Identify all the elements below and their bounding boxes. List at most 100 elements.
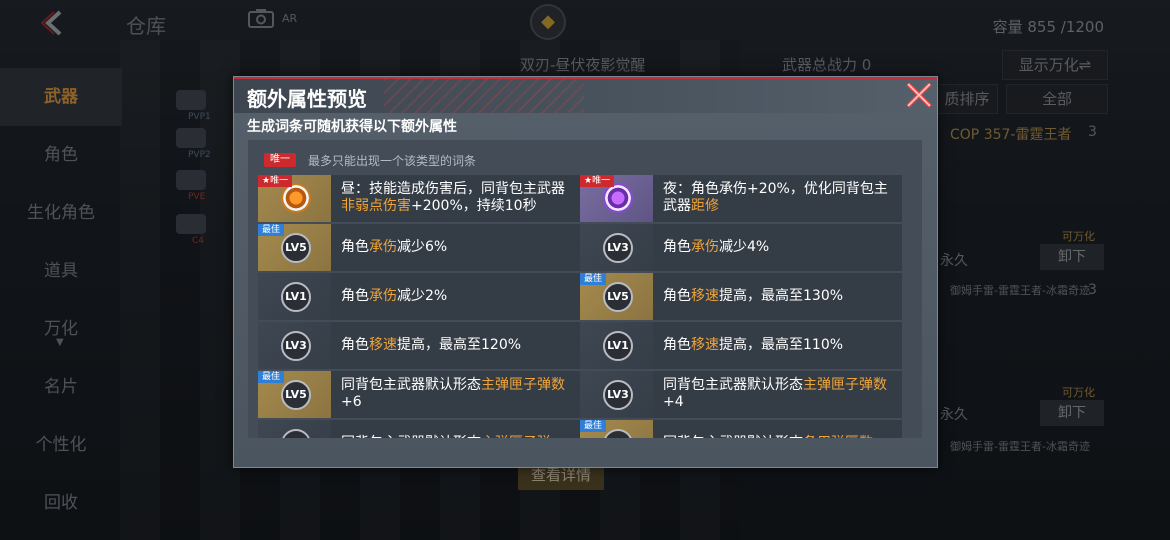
level-badge: LV5 <box>603 282 633 312</box>
best-tag: 最佳 <box>258 224 285 236</box>
attribute-grid: ★唯一 昼：技能造成伤害后，同背包主武器非弱点伤害+200%，持续10秒 ★唯一 夜：… <box>258 175 902 438</box>
description-text: 减少6% <box>397 239 448 255</box>
attribute-thumb: LV3 <box>258 322 331 369</box>
highlight-text: 移速 <box>691 337 719 353</box>
description-text: +6 <box>341 394 362 410</box>
attribute-thumb: LV1 <box>580 322 653 369</box>
highlight-text: 承伤 <box>691 239 719 255</box>
description-text: +4 <box>663 394 684 410</box>
attribute-description: 同背包主武器默认形态主弹匣子弹 <box>331 420 561 438</box>
legend: 唯一 最多只能出现一个该类型的词条 <box>264 152 476 168</box>
description-text: 同背包主武器默认形态 <box>341 377 481 393</box>
attribute-row: LV5 最佳 同背包主武器默认形态主弹匣子弹数+6 LV3 同背包主武器默认形态主弹匣子… <box>258 371 902 420</box>
attribute-thumb: LV3 <box>580 371 653 418</box>
description-text: 昼：技能造成伤害后，同背包主武器 <box>341 181 565 197</box>
attribute-cell: ★唯一 昼：技能造成伤害后，同背包主武器非弱点伤害+200%，持续10秒 <box>258 175 580 224</box>
description-text: 提高，最高至120% <box>397 337 522 353</box>
best-tag: 最佳 <box>580 420 607 432</box>
attribute-description: 角色承伤减少4% <box>653 224 779 271</box>
highlight-text: 移速 <box>691 288 719 304</box>
unique-tag: ★唯一 <box>258 175 293 187</box>
close-button[interactable] <box>901 77 937 113</box>
attribute-cell: LV3 同背包主武器默认形态主弹匣子弹 <box>258 420 580 438</box>
unique-tag: ★唯一 <box>580 175 615 187</box>
attribute-cell: LV5 最佳 角色移速提高，最高至130% <box>580 273 902 322</box>
attribute-description: 角色承伤减少2% <box>331 273 457 320</box>
attribute-description: 同背包主武器默认形态主弹匣子弹数 +6 <box>331 371 580 418</box>
unique-badge: 唯一 <box>264 153 296 167</box>
description-text: 角色 <box>663 239 691 255</box>
level-badge: LV5 <box>281 380 311 410</box>
attribute-thumb: LV3 <box>580 224 653 271</box>
highlight-text: 承伤 <box>369 288 397 304</box>
attribute-thumb: LV1 <box>258 273 331 320</box>
level-badge: LV5 <box>603 429 633 438</box>
highlight-text: 非弱点伤害 <box>341 198 411 214</box>
header-accent <box>234 77 937 79</box>
description-text: 角色 <box>341 288 369 304</box>
modal-subtitle: 生成词条可随机获得以下额外属性 <box>247 119 457 135</box>
attribute-description: 夜：角色承伤+20%，优化同背包主武器距修 <box>653 175 902 222</box>
attribute-cell: LV3 同背包主武器默认形态主弹匣子弹数 +4 <box>580 371 902 420</box>
attribute-row: LV3同背包主武器默认形态主弹匣子弹LV5最佳同背包主武器默认形态备用弹匣数 <box>258 420 902 438</box>
description-text: 同背包主武器默认形态 <box>663 435 803 438</box>
attribute-thumb: LV5最佳 <box>258 371 331 418</box>
attribute-thumb: LV5最佳 <box>258 224 331 271</box>
highlight-text: 主弹匣子弹 <box>481 435 551 438</box>
attribute-thumb: LV5最佳 <box>580 420 653 438</box>
attribute-cell: ★唯一 夜：角色承伤+20%，优化同背包主武器距修 <box>580 175 902 224</box>
highlight-text: 备用弹匣数 <box>803 435 873 438</box>
attribute-row: LV1 角色承伤减少2% LV5 最佳 角色移速提高，最高至130% <box>258 273 902 322</box>
header-pattern <box>384 79 584 113</box>
level-badge: LV1 <box>603 331 633 361</box>
level-badge: LV3 <box>281 429 311 438</box>
attribute-thumb: LV3 <box>258 420 331 438</box>
highlight-text: 距修 <box>691 198 719 214</box>
description-text: 角色 <box>663 288 691 304</box>
attribute-description: 同背包主武器默认形态备用弹匣数 <box>653 420 883 438</box>
best-tag: 最佳 <box>580 273 607 285</box>
moon-emblem-icon <box>603 183 633 213</box>
description-text: 角色 <box>341 337 369 353</box>
description-text: 角色 <box>341 239 369 255</box>
description-text: 减少4% <box>719 239 770 255</box>
modal-title: 额外属性预览 <box>247 87 367 111</box>
sun-emblem-icon <box>281 183 311 213</box>
attribute-cell: LV5 最佳 角色承伤减少6% <box>258 224 580 273</box>
attribute-row: LV5 最佳 角色承伤减少6% LV3 角色承伤减少4% <box>258 224 902 273</box>
description-text: 提高，最高至130% <box>719 288 844 304</box>
attribute-description: 角色移速提高，最高至130% <box>653 273 853 320</box>
attribute-description: 角色移速提高，最高至120% <box>331 322 531 369</box>
description-text: 同背包主武器默认形态 <box>663 377 803 393</box>
highlight-text: 主弹匣子弹数 <box>481 377 565 393</box>
attribute-cell: LV5 最佳 同背包主武器默认形态主弹匣子弹数 +6 <box>258 371 580 420</box>
attribute-thumb: ★唯一 <box>580 175 653 222</box>
close-icon <box>906 82 932 108</box>
attribute-thumb: LV5最佳 <box>580 273 653 320</box>
description-text: 提高，最高至110% <box>719 337 844 353</box>
attribute-cell: LV1 角色承伤减少2% <box>258 273 580 322</box>
attribute-list-panel[interactable]: 唯一 最多只能出现一个该类型的词条 ★唯一 昼：技能造成伤害后，同背包主武器非弱点… <box>248 140 922 438</box>
legend-text: 最多只能出现一个该类型的词条 <box>308 153 477 168</box>
description-text: 减少2% <box>397 288 448 304</box>
extra-attributes-modal: 额外属性预览 生成词条可随机获得以下额外属性 唯一 最多只能出现一个该类型的词条… <box>233 76 938 468</box>
attribute-row: ★唯一 昼：技能造成伤害后，同背包主武器非弱点伤害+200%，持续10秒 ★唯一 夜：… <box>258 175 902 224</box>
level-badge: LV1 <box>281 282 311 312</box>
level-badge: LV3 <box>603 380 633 410</box>
attribute-thumb: ★唯一 <box>258 175 331 222</box>
highlight-text: 移速 <box>369 337 397 353</box>
attribute-description: 角色承伤减少6% <box>331 224 457 271</box>
attribute-cell: LV3 角色移速提高，最高至120% <box>258 322 580 371</box>
attribute-description: 角色移速提高，最高至110% <box>653 322 853 369</box>
attribute-cell: LV1 角色移速提高，最高至110% <box>580 322 902 371</box>
attribute-row: LV3 角色移速提高，最高至120% LV1 角色移速提高，最高至110% <box>258 322 902 371</box>
attribute-cell: LV3 角色承伤减少4% <box>580 224 902 273</box>
level-badge: LV5 <box>281 233 311 263</box>
highlight-text: 主弹匣子弹数 <box>803 377 887 393</box>
attribute-cell: LV5最佳同背包主武器默认形态备用弹匣数 <box>580 420 902 438</box>
modal-header: 额外属性预览 <box>234 77 937 113</box>
attribute-description: 同背包主武器默认形态主弹匣子弹数 +4 <box>653 371 902 418</box>
attribute-description: 昼：技能造成伤害后，同背包主武器非弱点伤害+200%，持续10秒 <box>331 175 580 222</box>
best-tag: 最佳 <box>258 371 285 383</box>
highlight-text: 承伤 <box>369 239 397 255</box>
